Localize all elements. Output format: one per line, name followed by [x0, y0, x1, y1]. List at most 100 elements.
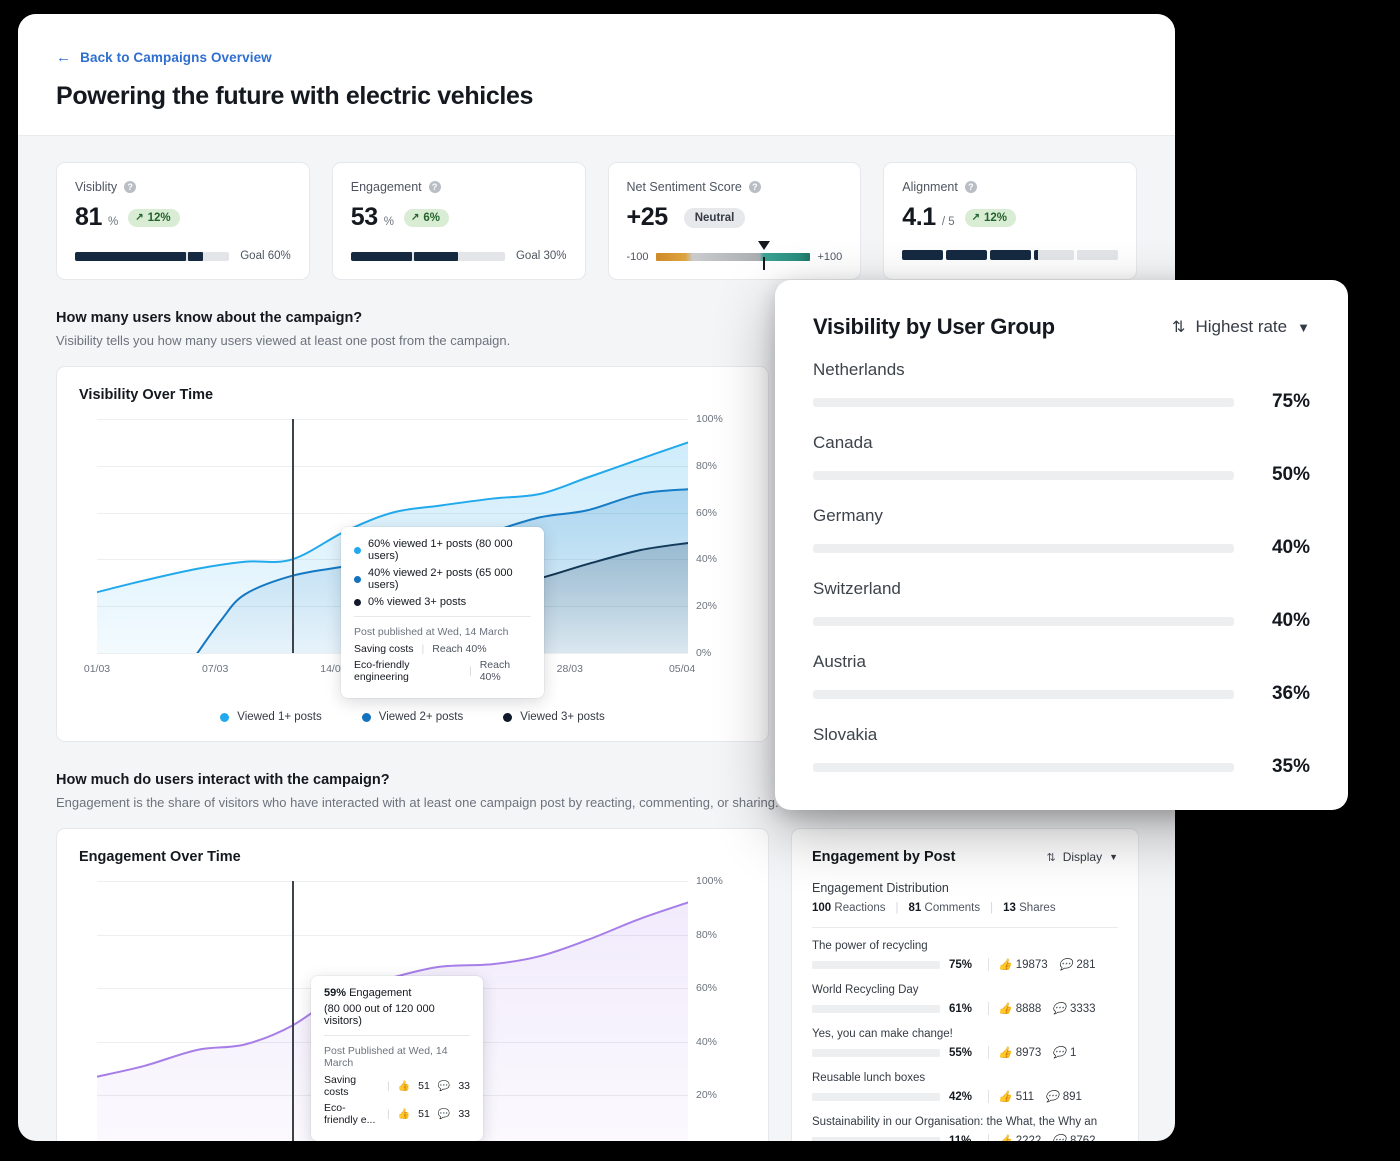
progress-track: [350, 251, 505, 261]
separator-icon: [988, 1090, 989, 1103]
display-sort-control[interactable]: ⇅ Display ▼: [1047, 850, 1119, 864]
user-group-percent: 40%: [1271, 537, 1310, 558]
tooltip-meta: Post Published at Wed, 14 March: [324, 1045, 448, 1069]
comment-icon: 💬: [1045, 1091, 1059, 1103]
overlay-header: Visibility by User Group ⇅ Highest rate …: [813, 314, 1310, 340]
comment-icon: 💬: [1052, 1047, 1066, 1059]
post-meter: 55% 👍 8973 💬 1: [812, 1046, 1118, 1059]
engagement-post-row[interactable]: World Recycling Day 61% 👍 8888 💬 3333: [812, 984, 1118, 1015]
info-icon[interactable]: ?: [124, 181, 137, 193]
shares-label: Shares: [1019, 902, 1056, 914]
alignment-segment: [1077, 250, 1118, 260]
legend-label: Viewed 1+ posts: [237, 711, 322, 723]
post-likes: 👍 2222: [998, 1134, 1041, 1142]
kpi-card-net-sentiment-score: Net Sentiment Score ? +25 Neutral -100 +…: [607, 162, 862, 280]
alignment-segment: [902, 250, 943, 260]
kpi-header: Alignment ?: [902, 180, 1118, 194]
tooltip-divider: [354, 616, 531, 617]
engagement-by-post-card: Engagement by Post ⇅ Display ▼ Engagemen…: [791, 828, 1139, 1141]
separator-icon: [988, 1134, 989, 1141]
kpi-trend-value: 12%: [147, 211, 171, 224]
sentiment-max-label: +100: [817, 251, 843, 263]
engagement-plot[interactable]: 100% 80% 60% 40% 20% 59% Engagement (80 …: [79, 875, 746, 1141]
info-icon[interactable]: ?: [964, 181, 977, 193]
sentiment-min-label: -100: [626, 251, 649, 263]
reactions-label: Reactions: [834, 902, 886, 914]
shares-stat: 13 Shares: [1003, 902, 1055, 914]
y-axis-tick: 60%: [696, 982, 718, 995]
legend-item[interactable]: Viewed 3+ posts: [503, 711, 605, 723]
visibility-plot[interactable]: 100% 80% 60% 40% 20% 0% 01/03 07/03 14/0…: [79, 413, 746, 698]
engagement-post-row[interactable]: Sustainability in our Organisation: the …: [812, 1116, 1118, 1141]
back-to-campaigns-link[interactable]: ← Back to Campaigns Overview: [56, 50, 1137, 65]
user-group-percent: 36%: [1271, 683, 1310, 704]
kpi-value: 4.1: [902, 203, 936, 231]
comments-count: 81: [908, 902, 922, 914]
separator-icon: [988, 1002, 989, 1015]
y-axis-tick: 40%: [696, 1035, 718, 1048]
sort-icon: ⇅: [1046, 851, 1056, 864]
thumbs-up-icon: 👍: [998, 1091, 1012, 1103]
post-likes: 👍 511: [998, 1090, 1035, 1104]
series-dot-icon: [354, 546, 361, 554]
comment-icon: 💬: [437, 1108, 451, 1120]
comment-icon: 💬: [1052, 1135, 1066, 1141]
kpi-goal-label: Goal 60%: [240, 250, 291, 262]
y-axis-tick: 80%: [696, 459, 718, 472]
engagement-post-row[interactable]: Reusable lunch boxes 42% 👍 511 💬 891: [812, 1072, 1118, 1103]
user-group-track: [813, 470, 1234, 480]
engagement-distribution-title: Engagement Distribution: [812, 881, 949, 895]
tooltip-post-reach: Reach 40%: [479, 659, 511, 683]
legend-item[interactable]: Viewed 2+ posts: [361, 711, 463, 723]
series-dot-icon: [354, 575, 361, 583]
thumbs-up-icon: 👍: [998, 1135, 1012, 1141]
trend-up-icon: ↗: [971, 211, 980, 223]
kpi-row: Visiblity ? 81 % ↗ 12% Goal 60% Engageme…: [18, 136, 1175, 280]
legend-item[interactable]: Viewed 1+ posts: [220, 711, 322, 723]
comment-icon: 💬: [1058, 959, 1073, 971]
kpi-trend-badge: ↗ 6%: [404, 208, 450, 227]
reactions-stat: 100 Reactions: [812, 902, 886, 914]
info-icon[interactable]: ?: [428, 181, 441, 193]
user-group-track: [813, 762, 1234, 772]
comments-label: Comments: [924, 902, 981, 914]
x-axis-tick: 07/03: [202, 663, 229, 675]
thumbs-up-icon: 👍: [998, 1003, 1012, 1015]
user-group-row: Slovakia 35%: [813, 725, 1310, 778]
user-group-row: Switzerland 40%: [813, 579, 1310, 632]
post-likes: 👍 8888: [998, 1002, 1042, 1016]
post-likes: 👍 8973: [998, 1046, 1042, 1060]
user-group-name: Switzerland: [813, 579, 901, 598]
screen-root: ← Back to Campaigns Overview Powering th…: [0, 0, 1400, 1161]
y-axis-tick: 20%: [696, 1089, 718, 1102]
sentiment-scale: -100 +100: [626, 241, 843, 270]
post-track: [812, 1136, 940, 1141]
tooltip-series-line: 0% viewed 3+ posts: [354, 596, 531, 608]
user-group-meter: 36%: [813, 683, 1310, 705]
separator-icon: |: [468, 665, 472, 677]
info-icon[interactable]: ?: [748, 181, 761, 193]
y-axis-tick: 100%: [696, 875, 723, 887]
display-control-label: Display: [1062, 850, 1103, 864]
kpi-trend-badge: ↗ 12%: [964, 208, 1017, 227]
user-group-track: [813, 616, 1234, 626]
thumbs-up-icon: 👍: [397, 1080, 411, 1092]
kpi-label: Engagement: [350, 180, 422, 194]
y-axis-tick: 80%: [696, 928, 718, 941]
progress-track: [75, 251, 230, 261]
legend-dot-icon: [220, 712, 230, 722]
comments-stat: 81 Comments: [909, 902, 981, 914]
post-title: Reusable lunch boxes: [812, 1072, 926, 1084]
divider: [812, 927, 1118, 928]
sentiment-status-badge: Neutral: [683, 207, 746, 228]
kpi-unit: %: [383, 216, 394, 228]
y-axis-tick: 40%: [696, 553, 718, 566]
post-counts: 👍 8888 💬 3333: [998, 1002, 1096, 1016]
x-axis-tick: 05/04: [668, 663, 696, 675]
engagement-post-row[interactable]: The power of recycling 75% 👍 19873 💬 281: [812, 940, 1118, 971]
kpi-value: 81: [75, 203, 103, 231]
post-title: World Recycling Day: [812, 984, 919, 996]
overlay-sort-control[interactable]: ⇅ Highest rate ▼: [1172, 317, 1310, 337]
tooltip-post-name: Eco-friendly engineering: [354, 659, 410, 683]
engagement-post-row[interactable]: Yes, you can make change! 55% 👍 8973 💬 1: [812, 1028, 1118, 1059]
